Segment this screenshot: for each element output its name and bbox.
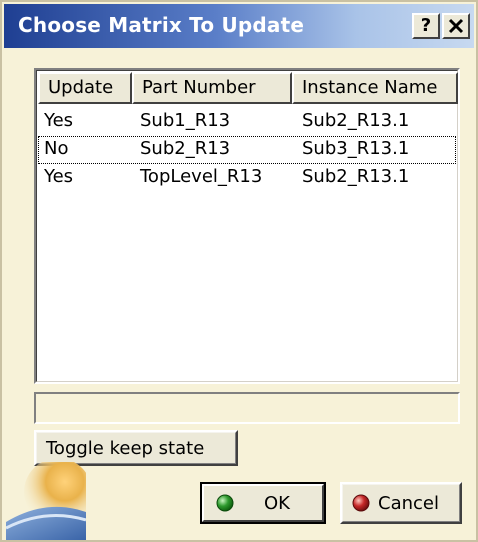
cell-instance-name: Sub3_R13.1 (302, 138, 410, 159)
column-header-part-number[interactable]: Part Number (132, 72, 292, 104)
toggle-keep-state-label: Toggle keep state (46, 438, 205, 459)
column-header-update[interactable]: Update (38, 72, 132, 104)
ok-button[interactable]: OK (200, 482, 326, 524)
green-ball-icon (216, 494, 234, 512)
ok-label: OK (264, 493, 290, 514)
cell-update: No (44, 138, 69, 159)
help-button[interactable]: ? (412, 13, 440, 39)
cell-instance-name: Sub2_R13.1 (302, 110, 410, 131)
close-icon (448, 18, 464, 34)
matrix-list[interactable]: Update Part Number Instance Name Yes Sub… (34, 68, 460, 384)
cell-part-number: Sub2_R13 (140, 138, 231, 159)
close-button[interactable] (442, 13, 470, 39)
cell-part-number: Sub1_R13 (140, 110, 231, 131)
cancel-button[interactable]: Cancel (340, 482, 462, 524)
table-row[interactable]: Yes TopLevel_R13 Sub2_R13.1 (38, 164, 456, 192)
toggle-keep-state-button[interactable]: Toggle keep state (34, 430, 238, 466)
cell-instance-name: Sub2_R13.1 (302, 166, 410, 187)
choose-matrix-dialog: Choose Matrix To Update ? Update Part Nu… (0, 0, 478, 542)
cell-update: Yes (44, 166, 74, 187)
column-header-instance-name[interactable]: Instance Name (292, 72, 458, 104)
cell-update: Yes (44, 110, 74, 131)
cancel-label: Cancel (378, 493, 439, 514)
cell-part-number: TopLevel_R13 (140, 166, 263, 187)
dialog-title: Choose Matrix To Update (18, 13, 305, 37)
red-ball-icon (352, 494, 370, 512)
logo-swoosh-icon (6, 462, 86, 540)
catia-logo (6, 462, 86, 540)
table-row[interactable]: No Sub2_R13 Sub3_R13.1 (38, 136, 456, 164)
title-bar[interactable]: Choose Matrix To Update ? (4, 4, 474, 48)
status-field (34, 392, 460, 424)
table-row[interactable]: Yes Sub1_R13 Sub2_R13.1 (38, 108, 456, 136)
